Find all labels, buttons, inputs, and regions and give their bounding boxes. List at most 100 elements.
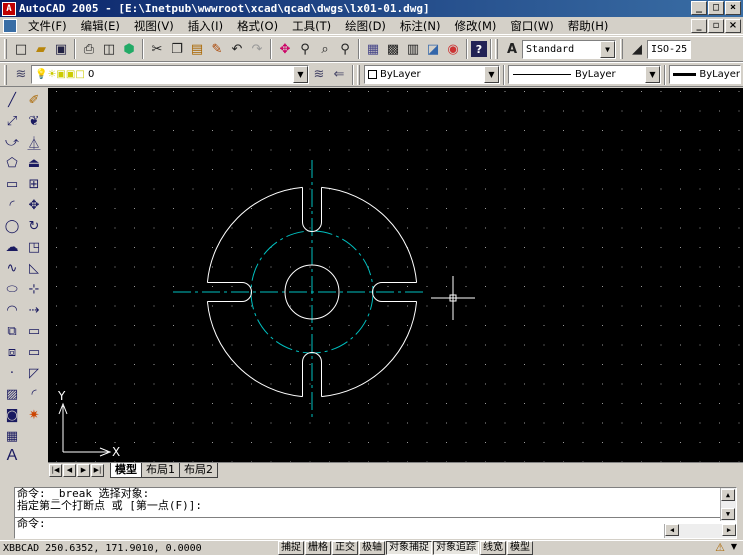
copy-icon[interactable]: ❐ — [167, 39, 187, 59]
designcenter-icon[interactable]: ▩ — [383, 39, 403, 59]
tab-next-button[interactable]: ▶ — [77, 464, 90, 477]
move-icon[interactable]: ✥ — [24, 195, 44, 215]
polygon-icon[interactable]: ⬠ — [2, 153, 22, 173]
new-icon[interactable]: □ — [11, 39, 31, 59]
tab-layout2[interactable]: 布局2 — [179, 463, 218, 478]
tab-model[interactable]: 模型 — [110, 463, 142, 478]
chevron-down-icon[interactable]: ▼ — [600, 40, 615, 58]
menu-window[interactable]: 窗口(W) — [503, 18, 560, 34]
autocad-logo-icon[interactable]: A — [2, 1, 16, 16]
chevron-down-icon[interactable]: ▼ — [293, 66, 308, 83]
toolbar-grip[interactable] — [620, 39, 623, 59]
grid-toggle[interactable]: 栅格 — [305, 541, 331, 555]
tab-last-button[interactable]: ▶| — [91, 464, 104, 477]
tab-prev-button[interactable]: ◀ — [63, 464, 76, 477]
menu-help[interactable]: 帮助(H) — [561, 18, 616, 34]
construction-line-icon[interactable]: ⤢ — [2, 111, 22, 131]
help-icon[interactable]: ? — [471, 41, 487, 57]
document-icon[interactable] — [3, 18, 17, 33]
layer-manager-icon[interactable]: ≋ — [11, 65, 31, 85]
toolbar-grip[interactable] — [357, 64, 360, 85]
toolbar-grip[interactable] — [4, 39, 7, 59]
insert-block-icon[interactable]: ⧉ — [2, 321, 22, 341]
drawing-canvas[interactable]: Y X — [48, 88, 743, 462]
command-prompt[interactable]: 命令: — [15, 518, 736, 530]
circle-icon[interactable]: ◯ — [2, 216, 22, 236]
coordinate-readout[interactable]: XBBCAD 250.6352, 171.9010, 0.0000 — [0, 543, 278, 554]
hatch-icon[interactable]: ▨ — [2, 384, 22, 404]
maximize-button[interactable]: □ — [708, 1, 724, 15]
tray-menu-icon[interactable]: ▼ — [731, 542, 737, 551]
polar-toggle[interactable]: 极轴 — [359, 541, 385, 555]
polyline-icon[interactable]: ⤻ — [2, 132, 22, 152]
tray-settings-icon[interactable]: ⚠ — [715, 541, 725, 554]
explode-icon[interactable]: ✷ — [24, 405, 44, 425]
snap-toggle[interactable]: 捕捉 — [278, 541, 304, 555]
close-button[interactable]: × — [725, 1, 741, 15]
line-icon[interactable]: ╱ — [2, 90, 22, 110]
otrack-toggle[interactable]: 对象追踪 — [433, 541, 479, 555]
redo-icon[interactable]: ↷ — [247, 39, 267, 59]
menu-file[interactable]: 文件(F) — [21, 18, 74, 34]
extend-icon[interactable]: ⇢ — [24, 300, 44, 320]
osnap-toggle[interactable]: 对象捕捉 — [386, 541, 432, 555]
pan-icon[interactable]: ✥ — [275, 39, 295, 59]
scale-icon[interactable]: ◳ — [24, 237, 44, 257]
revcloud-icon[interactable]: ☁ — [2, 237, 22, 257]
tab-first-button[interactable]: |◀ — [49, 464, 62, 477]
menu-insert[interactable]: 插入(I) — [181, 18, 230, 34]
paste-icon[interactable]: ▤ — [187, 39, 207, 59]
text-style-select[interactable]: Standard ▼ — [522, 39, 616, 59]
dim-style-icon[interactable]: ◢ — [627, 39, 647, 59]
toolpalettes-icon[interactable]: ▥ — [403, 39, 423, 59]
doc-close-button[interactable]: × — [725, 19, 741, 33]
rectangle-icon[interactable]: ▭ — [2, 174, 22, 194]
properties-icon[interactable]: ▦ — [363, 39, 383, 59]
ellipse-arc-icon[interactable]: ◠ — [2, 300, 22, 320]
command-vertical-scrollbar[interactable]: ▲ ▼ — [720, 488, 736, 521]
chevron-down-icon[interactable]: ▼ — [645, 66, 660, 83]
erase-icon[interactable]: ✐ — [24, 90, 44, 110]
layer-previous-icon[interactable]: ⇐ — [329, 65, 349, 85]
break-at-point-icon[interactable]: ▭ — [24, 321, 44, 341]
region-icon[interactable]: ◙ — [2, 405, 22, 425]
break-icon[interactable]: ▭ — [24, 342, 44, 362]
table-icon[interactable]: ▦ — [2, 426, 22, 446]
lineweight-select[interactable]: ByLayer — [669, 65, 741, 84]
scroll-left-icon[interactable]: ◀ — [665, 524, 679, 536]
undo-icon[interactable]: ↶ — [227, 39, 247, 59]
rotate-icon[interactable]: ↻ — [24, 216, 44, 236]
layer-select[interactable]: 💡☀▣▣□ 0 ▼ — [31, 65, 309, 84]
text-style-icon[interactable]: A — [502, 39, 522, 59]
menu-modify[interactable]: 修改(M) — [448, 18, 504, 34]
scroll-right-icon[interactable]: ▶ — [722, 524, 736, 536]
trim-icon[interactable]: ⊹ — [24, 279, 44, 299]
offset-icon[interactable]: ⏏ — [24, 153, 44, 173]
menu-view[interactable]: 视图(V) — [127, 18, 181, 34]
menu-edit[interactable]: 编辑(E) — [74, 18, 127, 34]
model-toggle[interactable]: 模型 — [507, 541, 533, 555]
open-icon[interactable]: ▰ — [31, 39, 51, 59]
chamfer-icon[interactable]: ◸ — [24, 363, 44, 383]
make-current-layer-icon[interactable]: ≋ — [309, 65, 329, 85]
stretch-icon[interactable]: ◺ — [24, 258, 44, 278]
print-icon[interactable]: ⎙ — [79, 39, 99, 59]
command-window[interactable]: 命令: _break 选择对象: 指定第二个打断点 或 [第一点(F)]: 命令… — [14, 487, 737, 539]
mtext-icon[interactable]: A — [2, 446, 22, 466]
zoom-previous-icon[interactable]: ⚲ — [335, 39, 355, 59]
matchprop-icon[interactable]: ✎ — [207, 39, 227, 59]
chevron-down-icon[interactable]: ▼ — [484, 66, 499, 83]
zoom-window-icon[interactable]: ⌕ — [315, 39, 335, 59]
sheetset-icon[interactable]: ◪ — [423, 39, 443, 59]
linetype-select[interactable]: ByLayer ▼ — [508, 65, 661, 84]
array-icon[interactable]: ⊞ — [24, 174, 44, 194]
lineweight-toggle[interactable]: 线宽 — [480, 541, 506, 555]
save-icon[interactable]: ▣ — [51, 39, 71, 59]
command-horizontal-scrollbar[interactable]: ◀ ▶ — [664, 524, 736, 538]
preview-icon[interactable]: ◫ — [99, 39, 119, 59]
color-select[interactable]: ByLayer ▼ — [364, 65, 500, 84]
toolbar-grip[interactable] — [4, 64, 7, 85]
spline-icon[interactable]: ∿ — [2, 258, 22, 278]
doc-restore-button[interactable]: ▫ — [708, 19, 724, 33]
fillet-icon[interactable]: ◜ — [24, 384, 44, 404]
